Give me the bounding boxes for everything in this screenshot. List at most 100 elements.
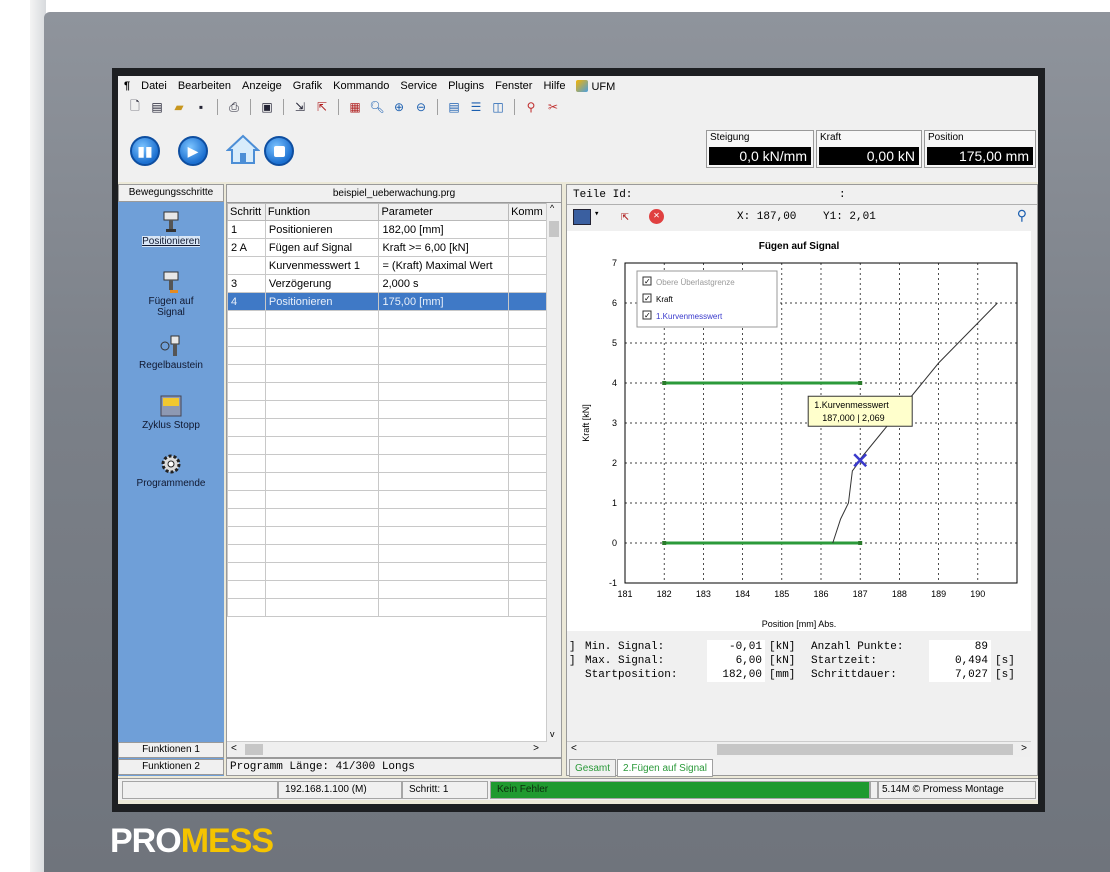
dropdown-arrow-icon[interactable]: ▾ xyxy=(594,209,599,219)
scroll-thumb[interactable] xyxy=(549,221,559,237)
program-vscrollbar[interactable]: ^ v xyxy=(546,203,561,757)
legend-item[interactable]: ✓ Obere Überlastgrenze xyxy=(642,276,735,287)
zoom-in-icon[interactable]: ⊕ xyxy=(390,98,408,116)
filter-icon[interactable]: ⚲ xyxy=(522,98,540,116)
table-row[interactable] xyxy=(227,418,547,437)
table-row[interactable]: 3 Verzögerung 2,000 s xyxy=(227,274,547,293)
table-cell[interactable] xyxy=(378,328,510,347)
open-folder-icon[interactable]: ▰ xyxy=(170,98,188,116)
table-cell[interactable]: Kraft >= 6,00 [kN] xyxy=(378,238,510,257)
table-cell[interactable] xyxy=(227,580,266,599)
chart-menu-icon[interactable] xyxy=(573,209,591,225)
table-cell[interactable] xyxy=(508,274,547,293)
palette-header[interactable]: Bewegungsschritte xyxy=(118,184,224,202)
table-row[interactable] xyxy=(227,382,547,401)
table-row[interactable] xyxy=(227,310,547,329)
table-cell[interactable] xyxy=(227,562,266,581)
table-cell[interactable] xyxy=(508,562,547,581)
table-cell[interactable] xyxy=(227,418,266,437)
table-cell[interactable]: = (Kraft) Maximal Wert xyxy=(378,256,510,275)
scroll-left-icon[interactable]: < xyxy=(231,743,237,754)
table-cell[interactable] xyxy=(378,598,510,617)
table-cell[interactable]: Verzögerung xyxy=(264,274,380,293)
table-row[interactable] xyxy=(227,490,547,509)
table-cell[interactable] xyxy=(227,256,266,275)
palette-item-fuegen[interactable]: Fügen auf Signal xyxy=(118,270,224,318)
table-cell[interactable]: 175,00 [mm] xyxy=(378,292,510,311)
chart-legend[interactable]: ✓ Obere Überlastgrenze ✓ Kraft ✓ 1.Kurve… xyxy=(636,270,778,328)
play-button[interactable]: ▶ xyxy=(178,136,208,166)
table-cell[interactable] xyxy=(378,436,510,455)
layout-vertical-icon[interactable]: ◫ xyxy=(489,98,507,116)
table-cell[interactable]: 2 A xyxy=(227,238,266,257)
properties-icon[interactable]: ▣ xyxy=(258,98,276,116)
menu-grafik[interactable]: Grafik xyxy=(293,80,322,92)
menu-hilfe[interactable]: Hilfe xyxy=(543,80,565,92)
import-icon[interactable]: ⇱ xyxy=(313,98,331,116)
palette-item-positionieren[interactable]: Positionieren xyxy=(118,210,224,247)
table-cell[interactable] xyxy=(264,382,380,401)
table-cell[interactable] xyxy=(264,418,380,437)
chart-plot[interactable]: Fügen auf Signal 181 182 183 184 185 186 187 18… xyxy=(567,231,1031,631)
menu-bearbeiten[interactable]: Bearbeiten xyxy=(178,80,231,92)
table-cell[interactable] xyxy=(378,346,510,365)
menu-fenster[interactable]: Fenster xyxy=(495,80,532,92)
table-cell[interactable] xyxy=(264,364,380,383)
table-cell[interactable] xyxy=(508,490,547,509)
table-cell[interactable] xyxy=(508,382,547,401)
layout-cascade-icon[interactable]: ▤ xyxy=(445,98,463,116)
table-cell[interactable] xyxy=(508,508,547,527)
table-cell[interactable]: 1 xyxy=(227,220,266,239)
table-cell[interactable] xyxy=(264,400,380,419)
table-row[interactable] xyxy=(227,454,547,473)
table-cell[interactable] xyxy=(264,598,380,617)
menu-ufm[interactable]: UFM xyxy=(576,79,615,93)
table-row[interactable] xyxy=(227,598,547,617)
close-circle-icon[interactable]: ✕ xyxy=(649,209,664,224)
menu-kommando[interactable]: Kommando xyxy=(333,80,389,92)
table-cell[interactable] xyxy=(227,454,266,473)
table-row[interactable] xyxy=(227,508,547,527)
table-cell[interactable] xyxy=(227,472,266,491)
new-file-icon[interactable]: 🗋 xyxy=(126,98,144,116)
table-cell[interactable] xyxy=(508,418,547,437)
layout-horizontal-icon[interactable]: ☰ xyxy=(467,98,485,116)
table-cell[interactable] xyxy=(508,544,547,563)
menu-datei[interactable]: Datei xyxy=(141,80,167,92)
tab-gesamt[interactable]: Gesamt xyxy=(569,759,617,777)
table-cell[interactable] xyxy=(264,472,380,491)
table-cell[interactable] xyxy=(378,364,510,383)
table-cell[interactable] xyxy=(378,544,510,563)
table-row[interactable] xyxy=(227,328,547,347)
table-cell[interactable] xyxy=(227,400,266,419)
menu-plugins[interactable]: Plugins xyxy=(448,80,484,92)
table-cell[interactable] xyxy=(508,256,547,275)
palette-item-regelbaustein[interactable]: Regelbaustein xyxy=(118,334,224,371)
table-cell[interactable] xyxy=(227,526,266,545)
table-row[interactable] xyxy=(227,580,547,599)
table-cell[interactable] xyxy=(227,508,266,527)
scroll-right-icon[interactable]: > xyxy=(533,743,539,754)
table-cell[interactable] xyxy=(508,238,547,257)
chart-hscrollbar[interactable]: < > xyxy=(567,741,1031,757)
table-cell[interactable] xyxy=(378,472,510,491)
table-cell[interactable] xyxy=(508,328,547,347)
tab-fuegen-auf-signal[interactable]: 2.Fügen auf Signal xyxy=(617,759,713,777)
table-row[interactable] xyxy=(227,544,547,563)
table-row[interactable] xyxy=(227,346,547,365)
table-cell[interactable]: 4 xyxy=(227,292,266,311)
col-kommentar[interactable]: Komm xyxy=(508,203,547,221)
table-cell[interactable] xyxy=(508,436,547,455)
table-cell[interactable]: Positionieren xyxy=(264,220,380,239)
new-template-icon[interactable]: ▤ xyxy=(148,98,166,116)
chart-icon[interactable]: ▦ xyxy=(346,98,364,116)
table-cell[interactable] xyxy=(508,526,547,545)
table-cell[interactable] xyxy=(378,562,510,581)
col-schritt[interactable]: Schritt xyxy=(227,203,266,221)
table-cell[interactable] xyxy=(264,436,380,455)
table-cell[interactable]: Positionieren xyxy=(264,292,380,311)
search-icon[interactable]: ⚲ xyxy=(1017,208,1027,225)
table-cell[interactable] xyxy=(378,526,510,545)
col-parameter[interactable]: Parameter xyxy=(378,203,510,221)
legend-item[interactable]: ✓ Kraft xyxy=(642,293,674,304)
